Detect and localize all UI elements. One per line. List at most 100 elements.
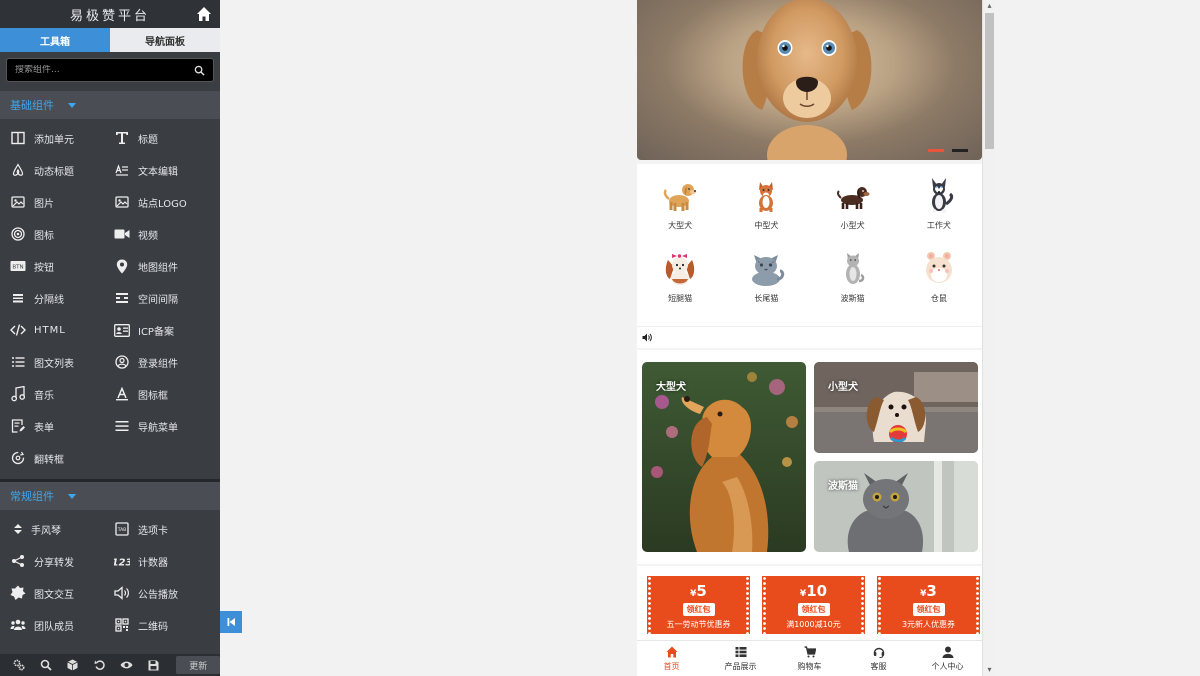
slider-dot-2[interactable] (952, 149, 968, 152)
component-form[interactable]: 表单 (10, 417, 114, 435)
nav-item-cart[interactable]: 购物车 (775, 641, 844, 676)
component-video[interactable]: 视频 (114, 225, 218, 243)
tab-toolbox[interactable]: 工具箱 (0, 28, 110, 52)
bow-pet-illustration (665, 254, 695, 285)
component-text-edit[interactable]: 文本编辑 (114, 161, 218, 179)
component-image-text-list[interactable]: 图文列表 (10, 353, 114, 371)
category-persian-cat[interactable]: 波斯猫 (810, 247, 896, 304)
coupon-card-3[interactable]: ¥3 领红包 3元新人优惠券 (877, 576, 980, 634)
component-label: 标题 (138, 134, 158, 146)
tab-icon: TAB (114, 521, 130, 537)
scroll-down-arrow-icon[interactable]: ▾ (985, 665, 994, 675)
eye-icon[interactable] (113, 654, 140, 676)
nav-item-products[interactable]: 产品展示 (706, 641, 775, 676)
nav-item-home[interactable]: 首页 (637, 641, 706, 676)
component-label: 计数器 (138, 557, 168, 569)
component-team-members[interactable]: 团队成员 (10, 616, 114, 634)
preview-scrollbar[interactable]: ▴ ▾ (982, 0, 995, 676)
component-image[interactable]: 图片 (10, 193, 114, 211)
component-login[interactable]: 登录组件 (114, 353, 218, 371)
section-regular-components[interactable]: 常规组件 (0, 482, 220, 510)
component-counter[interactable]: 123 计数器 (114, 552, 218, 570)
coupon-description: 3元新人优惠券 (901, 620, 956, 629)
video-camera-icon (114, 226, 130, 242)
speaker-icon (114, 585, 130, 601)
coupon-value: 3 (926, 582, 937, 600)
category-working-dog[interactable]: 工作犬 (896, 174, 982, 231)
mobile-preview: 大型犬 中型犬 小型犬 工作犬 短腿猫 长尾猫 波斯猫 仓鼠 大型犬 小型犬 波… (637, 0, 982, 676)
component-announcement[interactable]: 公告播放 (114, 584, 218, 602)
bullseye-icon (10, 226, 26, 242)
component-accordion[interactable]: 手风琴 (10, 520, 114, 538)
picture-card-persian-cat[interactable]: 波斯猫 (814, 461, 978, 552)
category-large-dog[interactable]: 大型犬 (637, 174, 723, 231)
component-share[interactable]: 分享转发 (10, 552, 114, 570)
search-icon[interactable] (194, 65, 205, 76)
component-dynamic-title[interactable]: 动态标题 (10, 161, 114, 179)
coupon-amount: ¥3 (920, 582, 937, 600)
cart-icon (804, 645, 816, 657)
user-circle-icon (114, 354, 130, 370)
search-icon[interactable] (33, 654, 60, 676)
caret-down-icon (68, 102, 76, 108)
nav-item-user-center[interactable]: 个人中心 (913, 641, 982, 676)
claim-coupon-button[interactable]: 领红包 (682, 603, 715, 616)
tab-navigation-panel[interactable]: 导航面板 (110, 28, 220, 52)
coupon-card-2[interactable]: ¥10 领红包 满1000减10元 (762, 576, 865, 634)
component-qrcode[interactable]: 二维码 (114, 616, 218, 634)
cube-icon[interactable] (59, 654, 86, 676)
component-label: HTML (34, 324, 66, 336)
nav-item-customer-service[interactable]: 客服 (844, 641, 913, 676)
component-icon-box[interactable]: 图标框 (114, 385, 218, 403)
category-long-tail-cat[interactable]: 长尾猫 (723, 247, 809, 304)
puppy-photo (742, 0, 872, 160)
coupon-card-1[interactable]: ¥5 领红包 五一劳动节优惠券 (647, 576, 750, 634)
component-title[interactable]: 标题 (114, 129, 218, 147)
component-site-logo[interactable]: 站点LOGO (114, 193, 218, 211)
category-medium-dog[interactable]: 中型犬 (723, 174, 809, 231)
component-image-text-interaction[interactable]: 图文交互 (10, 584, 114, 602)
coupon-value: 5 (696, 582, 707, 600)
component-label: 团队成员 (34, 621, 74, 633)
grey-cat-photo (814, 461, 978, 552)
regular-components-grid: 手风琴 TAB 选项卡 分享转发 123 计数器 图文交互 公告播放 团队成员 二维… (0, 510, 220, 638)
spacer-icon (114, 290, 130, 306)
sitting-cat-illustration (845, 253, 864, 284)
component-map[interactable]: 地图组件 (114, 257, 218, 275)
claim-coupon-button[interactable]: 领红包 (912, 603, 945, 616)
scrollbar-thumb[interactable] (985, 13, 994, 149)
component-nav-menu[interactable]: 导航菜单 (114, 417, 218, 435)
slider-dot-1[interactable] (928, 149, 944, 152)
component-tabs[interactable]: TAB 选项卡 (114, 520, 218, 538)
component-music[interactable]: 音乐 (10, 385, 114, 403)
search-input[interactable] (15, 65, 194, 75)
scroll-up-arrow-icon[interactable]: ▴ (985, 1, 994, 11)
undo-icon[interactable] (86, 654, 113, 676)
team-icon (10, 617, 26, 633)
component-add-unit[interactable]: 添加单元 (10, 129, 114, 147)
category-label: 长尾猫 (754, 294, 779, 303)
component-icp[interactable]: ICP备案 (114, 321, 218, 339)
update-button[interactable]: 更新 (176, 656, 220, 674)
component-spacer[interactable]: 空间间隔 (114, 289, 218, 307)
component-divider[interactable]: 分隔线 (10, 289, 114, 307)
component-button[interactable]: BTN 按钮 (10, 257, 114, 275)
category-short-leg-cat[interactable]: 短腿猫 (637, 247, 723, 304)
component-label: ICP备案 (138, 326, 174, 338)
component-icon[interactable]: 图标 (10, 225, 114, 243)
section-basic-components[interactable]: 基础组件 (0, 91, 220, 119)
claim-coupon-button[interactable]: 领红包 (797, 603, 830, 616)
category-hamster[interactable]: 仓鼠 (896, 247, 982, 304)
component-flip-box[interactable]: 翻转框 (10, 449, 114, 467)
component-html[interactable]: HTML (10, 321, 114, 339)
collapse-sidebar-button[interactable] (220, 611, 242, 633)
picture-card-small-dog[interactable]: 小型犬 (814, 362, 978, 453)
home-icon[interactable] (196, 6, 212, 22)
save-icon[interactable] (140, 654, 167, 676)
coupon-value: 10 (806, 582, 828, 600)
picture-card-large-dog[interactable]: 大型犬 (642, 362, 806, 552)
announcement-bar[interactable] (637, 326, 982, 348)
hero-banner-slider[interactable] (637, 0, 982, 160)
category-small-dog[interactable]: 小型犬 (810, 174, 896, 231)
cogs-icon[interactable] (6, 654, 33, 676)
